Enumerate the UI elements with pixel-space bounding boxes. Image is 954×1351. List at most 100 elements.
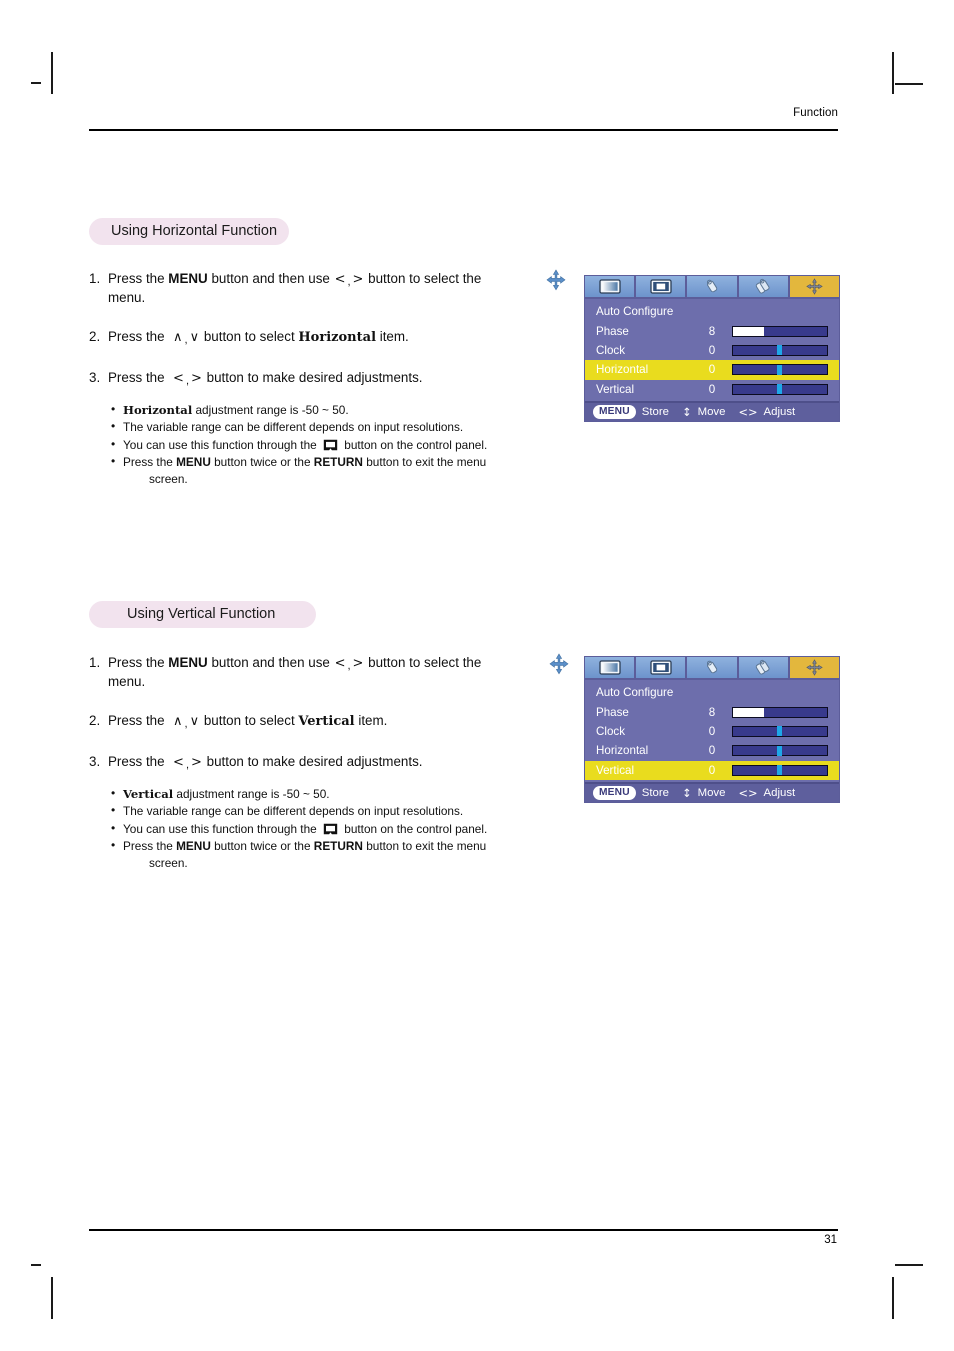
crop-mark-top-right-horizontal (895, 83, 923, 85)
down-arrow-glyph: ∨ (189, 714, 200, 729)
osd-slider-phase[interactable] (732, 706, 828, 718)
osd-footer-move-label: Move (697, 786, 726, 799)
osd-menu-vertical[interactable]: Auto Configure Phase 8 Clock 0 Horizonta… (584, 656, 840, 803)
step-number: 3. (89, 370, 101, 385)
step-text: item. (354, 713, 388, 728)
note-item: The variable range can be different depe… (111, 802, 579, 819)
step-text-continued: menu. (108, 674, 146, 689)
osd-footer-store-label: Store (641, 786, 670, 799)
step-bold-item: Horizontal (298, 330, 377, 345)
osd-slider-horizontal[interactable] (732, 745, 828, 757)
osd-tab-audio-advanced[interactable] (738, 657, 790, 678)
osd-slider-clock[interactable] (732, 725, 828, 737)
osd-slider-clock[interactable] (732, 344, 828, 356)
speaker-double-icon (753, 278, 773, 295)
step-text: Press the (108, 329, 169, 344)
speaker-single-icon (703, 659, 721, 676)
note-text: button on the control panel. (340, 821, 488, 836)
osd-row-vertical[interactable]: Vertical 0 (585, 760, 839, 780)
note-item: You can use this function through the bu… (111, 820, 579, 837)
slider-marker (777, 364, 783, 375)
crop-mark-bottom-right-horizontal (895, 1264, 923, 1266)
note-item: Vertical adjustment range is -50 ~ 50. (111, 785, 579, 802)
note-text: button to exit the menu (362, 455, 487, 470)
step-bold-menu: MENU (168, 271, 208, 286)
step-text: Press the (108, 754, 169, 769)
osd-row-label: Horizontal (596, 744, 649, 758)
osd-tab-picture[interactable] (585, 657, 637, 678)
osd-footer: MENU Store ↕ Move <> Adjust (585, 781, 839, 802)
notes-list: Vertical adjustment range is -50 ~ 50. T… (89, 785, 579, 871)
osd-row-label: Clock (596, 724, 625, 738)
osd-slider-phase[interactable] (732, 325, 828, 337)
crop-mark-bottom-left-vertical (51, 1277, 53, 1319)
left-right-arrow-icon: <> (738, 404, 758, 419)
step-number: 1. (89, 271, 101, 286)
note-text: Press the (123, 839, 177, 854)
step-text: button to select the (364, 655, 482, 670)
menu-button-chip[interactable]: MENU (593, 405, 636, 419)
osd-slider-vertical[interactable] (732, 383, 828, 395)
osd-row-value: 0 (708, 382, 716, 396)
osd-tab-audio[interactable] (687, 276, 739, 297)
osd-footer: MENU Store ↕ Move <> Adjust (585, 400, 839, 421)
osd-menu-horizontal[interactable]: Auto Configure Phase 8 Clock 0 Horizonta… (584, 275, 840, 422)
note-text: The variable range can be different depe… (123, 420, 464, 435)
osd-tab-audio-advanced[interactable] (738, 276, 790, 297)
osd-tab-audio[interactable] (687, 657, 739, 678)
step-text: button to select the (364, 271, 482, 286)
osd-tab-position[interactable] (789, 657, 840, 678)
right-arrow-glyph: > (191, 371, 202, 386)
note-text: adjustment range is -50 ~ 50. (192, 403, 349, 417)
osd-slider-horizontal[interactable] (732, 364, 828, 376)
right-arrow-glyph: > (352, 272, 364, 287)
note-text: button twice or the (210, 839, 314, 854)
osd-row-auto-configure[interactable]: Auto Configure (585, 683, 839, 702)
osd-row-phase[interactable]: Phase 8 (585, 321, 839, 340)
note-bold-lead: Vertical (123, 787, 174, 801)
osd-row-horizontal[interactable]: Horizontal 0 (585, 741, 839, 760)
step-item: 2. Press the ∧, ∨ button to select Vertic… (89, 712, 579, 731)
note-bold-menu: MENU (176, 839, 211, 854)
step-bold-item: Vertical (298, 714, 355, 729)
osd-tab-position[interactable] (789, 276, 840, 297)
step-item: 1. Press the MENU button and then use <,… (89, 654, 579, 690)
osd-tab-screen[interactable] (636, 657, 688, 678)
osd-row-clock[interactable]: Clock 0 (585, 722, 839, 741)
osd-slider-vertical[interactable] (732, 764, 828, 776)
note-item: Press the MENU button twice or the RETUR… (111, 837, 579, 871)
step-text: button and then use (207, 655, 334, 670)
step-text: item. (376, 329, 409, 344)
move-4way-icon (806, 278, 823, 295)
note-bold-return: RETURN (313, 455, 363, 470)
crop-mark-top-right-vertical (892, 52, 894, 94)
control-panel-button-icon (323, 439, 338, 451)
glyph-separator: , (184, 334, 188, 346)
slider-marker (777, 765, 783, 776)
note-item: The variable range can be different depe… (111, 418, 579, 435)
right-arrow-glyph: > (191, 755, 202, 770)
osd-tab-screen[interactable] (636, 276, 688, 297)
glyph-separator: , (347, 276, 351, 288)
page-number: 31 (824, 1234, 837, 1246)
osd-footer-adjust-label: Adjust (763, 786, 796, 799)
step-number: 1. (89, 655, 101, 670)
step-text: button to make desired adjustments. (202, 370, 423, 385)
osd-row-auto-configure[interactable]: Auto Configure (585, 302, 839, 321)
step-text-continued: menu. (108, 290, 146, 305)
osd-row-clock[interactable]: Clock 0 (585, 341, 839, 360)
move-4way-icon (549, 653, 569, 675)
step-number: 2. (89, 329, 101, 344)
osd-tab-picture[interactable] (585, 276, 637, 297)
control-panel-button-icon (323, 823, 338, 835)
step-number: 3. (89, 754, 101, 769)
osd-tab-bar[interactable] (585, 276, 840, 299)
picture-screen-icon (598, 660, 621, 675)
osd-tab-bar[interactable] (585, 657, 840, 680)
osd-row-horizontal[interactable]: Horizontal 0 (585, 360, 839, 380)
osd-row-vertical[interactable]: Vertical 0 (585, 380, 839, 399)
menu-button-chip[interactable]: MENU (593, 786, 636, 800)
left-arrow-glyph: < (173, 371, 184, 386)
osd-row-phase[interactable]: Phase 8 (585, 702, 839, 721)
left-arrow-glyph: < (334, 272, 346, 287)
